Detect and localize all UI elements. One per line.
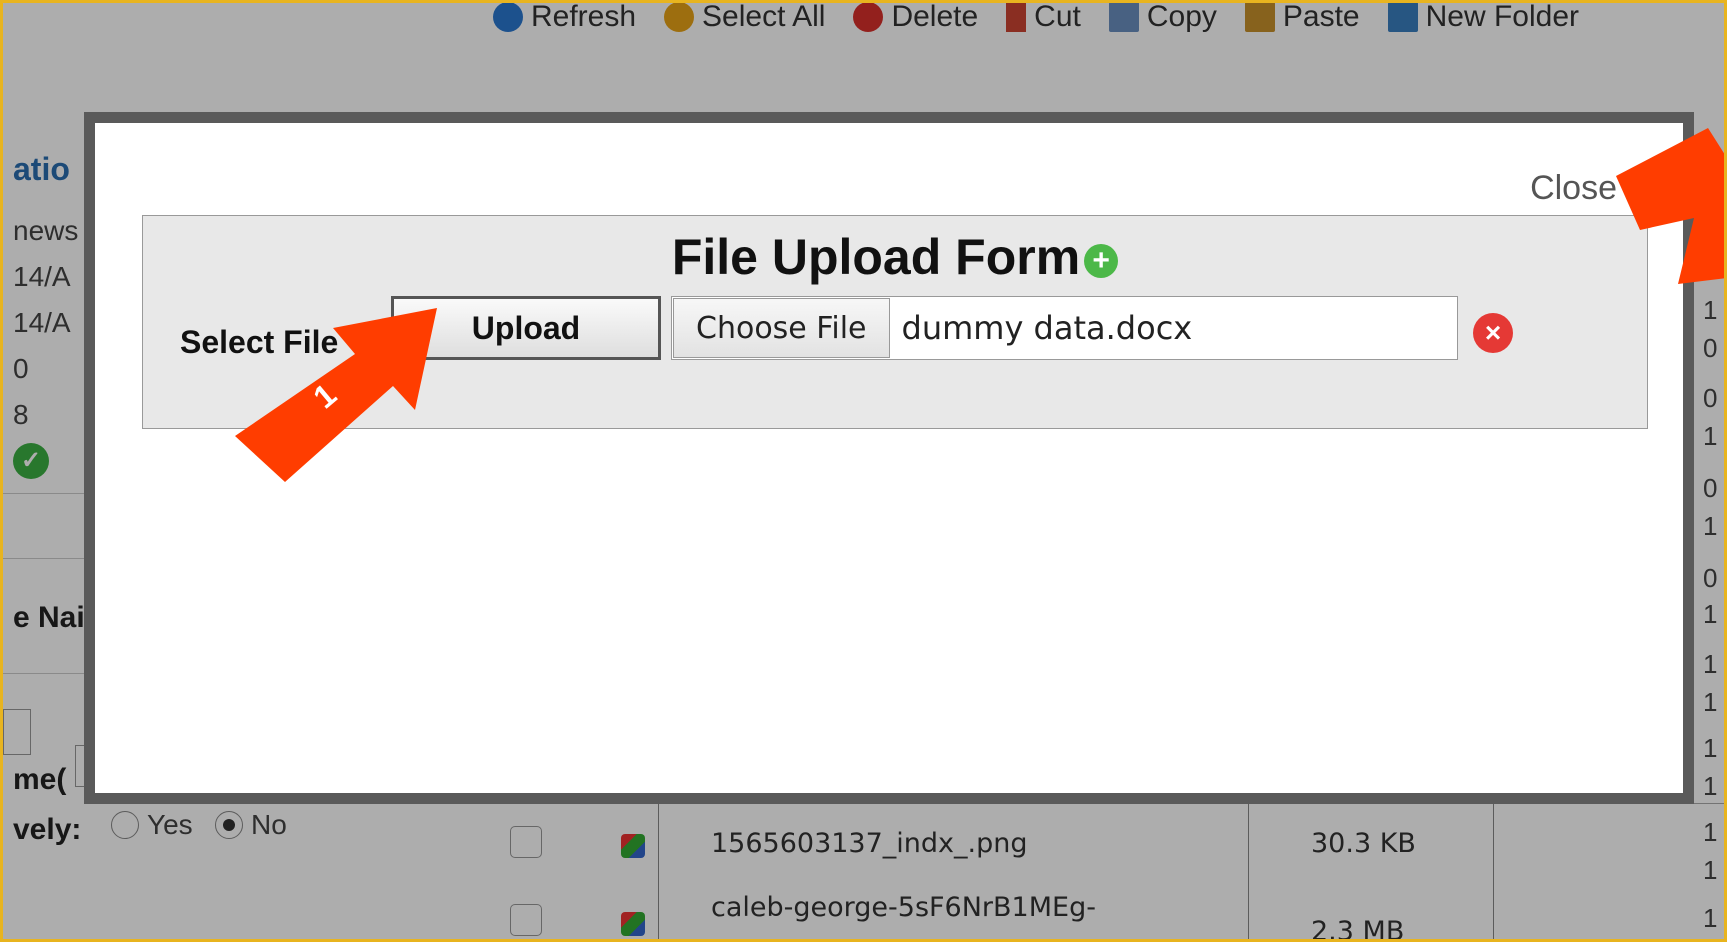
form-title-text: File Upload Form xyxy=(671,229,1081,285)
remove-file-icon[interactable]: × xyxy=(1473,313,1513,353)
arrow-icon xyxy=(1616,128,1727,284)
form-title: File Upload Form + xyxy=(143,228,1647,286)
selected-file-name: dummy data.docx xyxy=(901,309,1193,347)
file-input[interactable]: Choose File dummy data.docx xyxy=(671,296,1458,360)
choose-file-button[interactable]: Choose File xyxy=(673,298,890,358)
add-file-icon[interactable]: + xyxy=(1084,243,1119,278)
close-link[interactable]: Close xyxy=(1530,169,1617,208)
arrow-icon: 1 xyxy=(235,308,437,482)
